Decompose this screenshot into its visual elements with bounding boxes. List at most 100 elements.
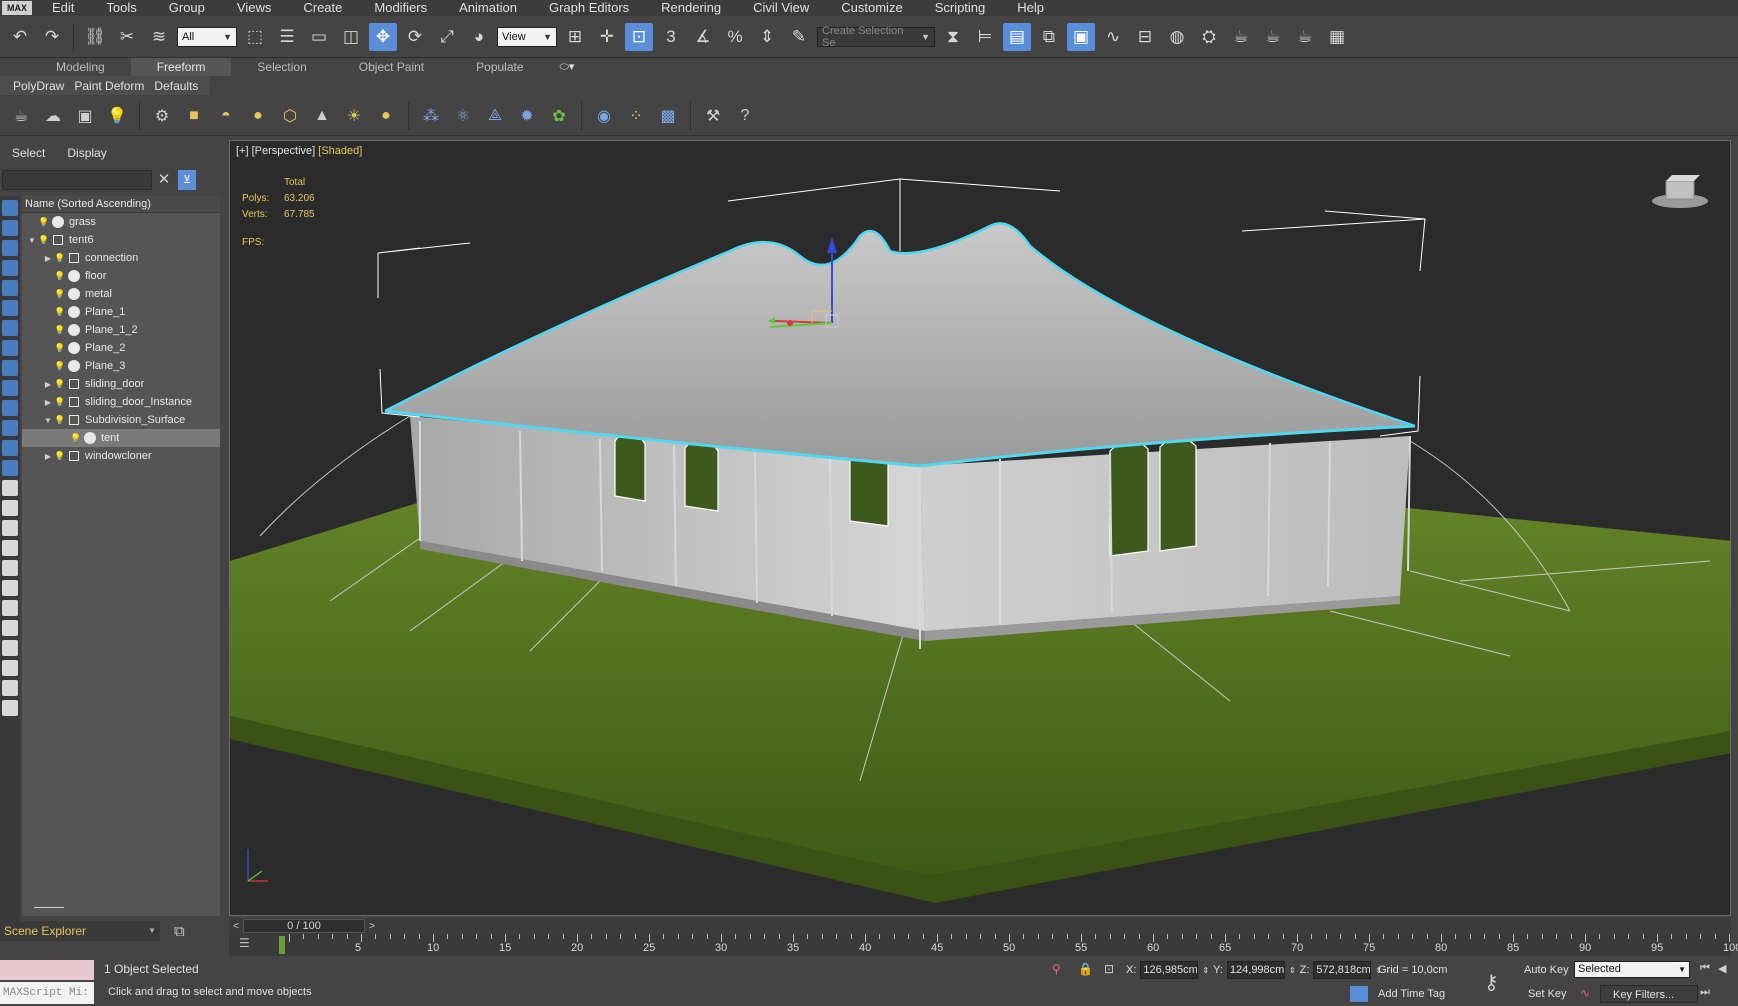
redo-icon[interactable]: ↷ — [38, 23, 66, 51]
percent-snap-icon[interactable]: % — [721, 23, 749, 51]
menu-item-rendering[interactable]: Rendering — [645, 0, 737, 16]
explorer-filter-icon[interactable] — [2, 300, 18, 316]
visibility-bulb-icon[interactable]: 💡 — [54, 360, 65, 372]
sun-icon[interactable]: ☀ — [341, 103, 367, 129]
menu-item-graph-editors[interactable]: Graph Editors — [533, 0, 645, 16]
particles-icon[interactable]: ⁂ — [418, 103, 444, 129]
menu-item-civil-view[interactable]: Civil View — [737, 0, 825, 16]
tree-row[interactable]: ▶ 💡 sliding_door_Instance — [22, 393, 220, 411]
explorer-filter-icon[interactable] — [2, 480, 18, 496]
time-slider-thumb[interactable]: 0 / 100 — [243, 919, 365, 933]
viewport-pov-label[interactable]: [Perspective] — [252, 145, 316, 157]
bind-spacewarp-icon[interactable]: ≋ — [145, 23, 173, 51]
perspective-viewport[interactable]: [+] [Perspective] [Shaded] Total Polys: 6… — [229, 140, 1731, 916]
ribbon-options-icon[interactable]: ⬭▾ — [550, 60, 585, 74]
default-tangent-icon[interactable]: ∿ — [1580, 986, 1590, 1000]
explorer-filter-icon[interactable] — [2, 380, 18, 396]
ribbon-tab-modeling[interactable]: Modeling — [30, 58, 131, 76]
absolute-mode-icon[interactable]: ⊡ — [1104, 962, 1114, 976]
max-logo[interactable]: MAX — [2, 1, 32, 15]
select-manipulate-icon[interactable]: ✛ — [593, 23, 621, 51]
explorer-filter-icon[interactable] — [2, 200, 18, 216]
visibility-bulb-icon[interactable]: 💡 — [54, 378, 65, 390]
reference-coordinate-dropdown[interactable]: View ▼ — [497, 26, 557, 47]
menu-item-edit[interactable]: Edit — [36, 0, 90, 16]
layers-icon[interactable]: ⧉ — [174, 923, 185, 940]
add-time-tag-button[interactable]: Add Time Tag — [1378, 988, 1445, 1000]
material-editor-icon[interactable]: ◍ — [1163, 23, 1191, 51]
snaps-toggle-icon[interactable]: 3 — [657, 23, 685, 51]
menu-item-views[interactable]: Views — [221, 0, 287, 16]
visibility-bulb-icon[interactable]: 💡 — [54, 414, 65, 426]
settings-icon[interactable]: ⚒ — [700, 103, 726, 129]
light-sphere-icon[interactable]: ● — [373, 103, 399, 129]
z-coordinate-field[interactable]: 572,818cm — [1313, 961, 1372, 979]
tree-row[interactable]: ▼ 💡 Subdivision_Surface — [22, 411, 220, 429]
select-and-rotate-icon[interactable]: ⟳ — [401, 23, 429, 51]
x-coordinate-field[interactable]: 126,985cm — [1140, 961, 1199, 979]
visibility-bulb-icon[interactable]: 💡 — [54, 270, 65, 282]
keyboard-shortcut-override-icon[interactable]: ⊡ — [625, 22, 653, 51]
helpers-icon[interactable]: ⚙ — [149, 103, 175, 129]
expand-right-icon[interactable]: ▶ — [42, 398, 54, 407]
menu-item-create[interactable]: Create — [287, 0, 358, 16]
set-key-button[interactable]: Set Key — [1528, 988, 1567, 1000]
explorer-filter-icon[interactable] — [2, 320, 18, 336]
cone-icon[interactable]: ▲ — [309, 103, 335, 129]
undo-icon[interactable]: ↶ — [6, 23, 34, 51]
ribbon-tab-populate[interactable]: Populate — [450, 58, 549, 76]
molecule-icon[interactable]: ⚛ — [450, 103, 476, 129]
explorer-filter-icon[interactable] — [2, 400, 18, 416]
key-selection-dropdown[interactable]: Selected ▼ — [1574, 961, 1690, 978]
tree-row[interactable]: 💡 Plane_3 — [22, 357, 220, 375]
explorer-filter-icon[interactable] — [2, 680, 18, 696]
explorer-filter-icon[interactable] — [2, 640, 18, 656]
go-to-start-icon[interactable]: ⏮ — [1700, 962, 1710, 975]
viewport-scene[interactable] — [230, 141, 1731, 916]
teapot-icon[interactable]: ☕ — [8, 103, 34, 129]
next-frame-arrow-icon[interactable]: > — [365, 921, 379, 932]
lights-icon[interactable]: 💡 — [104, 103, 130, 129]
align-icon[interactable]: ⊨ — [971, 23, 999, 51]
render-to-texture-icon[interactable]: ▩ — [655, 103, 681, 129]
explorer-filter-icon[interactable] — [2, 660, 18, 676]
expand-right-icon[interactable]: ▶ — [42, 254, 54, 263]
ribbon-subtab-defaults[interactable]: Defaults — [149, 79, 203, 93]
select-object-icon[interactable]: ⬚ — [241, 23, 269, 51]
filter-icon[interactable]: ⊻ — [178, 170, 196, 190]
tree-row[interactable]: 💡 Plane_1_2 — [22, 321, 220, 339]
menu-item-group[interactable]: Group — [153, 0, 221, 16]
select-by-name-icon[interactable]: ☰ — [273, 23, 301, 51]
explorer-filter-icon[interactable] — [2, 420, 18, 436]
select-and-move-icon[interactable]: ✥ — [369, 22, 397, 51]
edit-named-selection-icon[interactable]: ✎ — [785, 23, 813, 51]
ribbon-tab-object-paint[interactable]: Object Paint — [333, 58, 450, 76]
menu-item-help[interactable]: Help — [1001, 0, 1060, 16]
pivot-center-icon[interactable]: ⊞ — [561, 23, 589, 51]
render-iterative-icon[interactable]: ☕ — [1291, 23, 1319, 51]
menu-item-animation[interactable]: Animation — [443, 0, 533, 16]
explorer-filter-icon[interactable] — [2, 220, 18, 236]
render-setup-icon[interactable]: ⛭ — [1195, 23, 1223, 51]
explorer-filter-icon[interactable] — [2, 540, 18, 556]
previous-key-icon[interactable]: ◀ — [1718, 962, 1726, 975]
geosphere-icon[interactable]: ⬡ — [277, 103, 303, 129]
select-and-scale-icon[interactable]: ⤢ — [433, 23, 461, 51]
help-icon[interactable]: ? — [732, 103, 758, 129]
layer-explorer-icon[interactable]: ⧉ — [1035, 23, 1063, 51]
explorer-tab-select[interactable]: Select — [12, 146, 45, 160]
visibility-bulb-icon[interactable]: 💡 — [54, 342, 65, 354]
wireframe-icon[interactable]: ⟁ — [482, 103, 508, 129]
tree-row[interactable]: ▶ 💡 windowcloner — [22, 447, 220, 465]
x-spinner-icon[interactable]: ⇕ — [1202, 966, 1209, 975]
key-filters-button[interactable]: Key Filters... — [1600, 985, 1698, 1003]
ribbon-tab-freeform[interactable]: Freeform — [130, 58, 232, 76]
go-to-frame-icon[interactable]: ⏭ — [1700, 986, 1710, 999]
track-bar[interactable]: ☰ 5 10 15 20 25 30 35 40 45 50 55 60 65 70 75 80 85 90 95 1… — [229, 934, 1738, 956]
spinner-snap-icon[interactable]: ⇕ — [753, 23, 781, 51]
named-selection-sets-dropdown[interactable]: Create Selection Se ▼ — [817, 25, 935, 49]
material-dots-icon[interactable]: ⁘ — [623, 103, 649, 129]
current-frame-marker[interactable] — [279, 936, 285, 954]
viewport-menu-plus[interactable]: [+] — [236, 145, 249, 157]
explorer-filter-icon[interactable] — [2, 560, 18, 576]
